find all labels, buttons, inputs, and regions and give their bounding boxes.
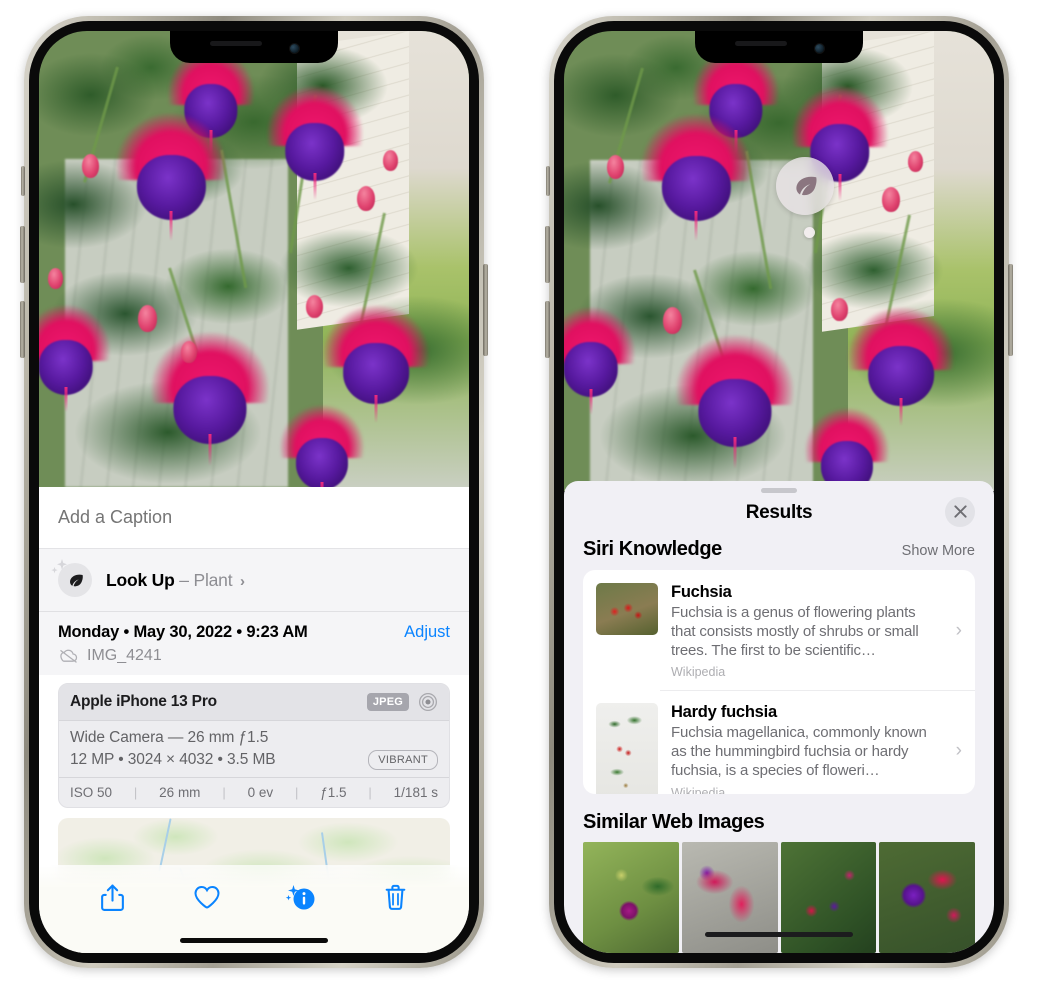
exif-divider: |: [294, 785, 299, 800]
volume-up-button[interactable]: [20, 226, 25, 283]
knowledge-thumbnail: [596, 582, 658, 635]
visual-lookup-bubble[interactable]: [776, 157, 834, 215]
exif-exposure: 0 ev: [247, 785, 274, 800]
knowledge-description: Fuchsia magellanica, commonly known as t…: [671, 724, 927, 780]
visual-lookup-dot: [804, 227, 815, 238]
siri-knowledge-title: Siri Knowledge: [583, 537, 722, 560]
knowledge-title: Hardy fuchsia: [671, 703, 777, 722]
left-phone: Look Up – Plant › Monday • May 30, 2022 …: [20, 16, 488, 968]
front-camera: [289, 43, 299, 53]
lookup-block: Look Up – Plant ›: [39, 549, 469, 611]
similar-image-thumb[interactable]: [583, 841, 679, 953]
knowledge-title: Fuchsia: [671, 582, 732, 601]
chevron-right-icon: ›: [955, 619, 962, 641]
exif-row: ISO 50 | 26 mm | 0 ev | ƒ1.5 | 1/181 s: [59, 777, 449, 807]
look-up-title: Look Up: [106, 569, 175, 590]
exif-shutter: 1/181 s: [393, 785, 438, 800]
knowledge-description: Fuchsia is a genus of flowering plants t…: [671, 603, 919, 659]
results-title: Results: [745, 502, 813, 524]
sparkles-icon: [51, 559, 67, 574]
camera-metadata-card[interactable]: Apple iPhone 13 Pro JPEG Wide Camera — 2…: [58, 683, 450, 808]
knowledge-source: Wikipedia: [671, 785, 726, 794]
right-screen: Results Siri Knowledge Show More Fuchsia…: [564, 31, 994, 953]
mute-switch[interactable]: [546, 166, 550, 196]
exif-divider: |: [133, 785, 138, 800]
knowledge-row[interactable]: Hardy fuchsia Fuchsia magellanica, commo…: [583, 690, 975, 794]
chevron-right-icon: ›: [240, 572, 245, 590]
file-name: IMG_4241: [87, 647, 162, 664]
notch: [170, 31, 338, 63]
heart-icon: [194, 885, 220, 909]
caption-input-row[interactable]: [39, 487, 469, 549]
info-button[interactable]: [278, 877, 324, 917]
photo-viewer[interactable]: [39, 31, 469, 487]
aperture-icon: [419, 693, 437, 711]
exif-iso: ISO 50: [70, 785, 113, 800]
volume-down-button[interactable]: [545, 301, 550, 358]
image-size-info: 12 MP • 3024 × 4032 • 3.5 MB: [70, 751, 276, 768]
cloud-slash-icon: [60, 649, 78, 663]
info-sparkle-icon: [286, 885, 315, 910]
photo-image: [39, 31, 469, 487]
similar-web-images-header: Similar Web Images: [564, 794, 994, 842]
earpiece-speaker: [734, 40, 787, 46]
lens-info: Wide Camera — 26 mm ƒ1.5: [70, 729, 269, 746]
right-phone: Results Siri Knowledge Show More Fuchsia…: [545, 16, 1013, 968]
knowledge-source: Wikipedia: [671, 665, 726, 680]
similar-image-thumb[interactable]: [879, 841, 975, 953]
caption-input[interactable]: [58, 507, 450, 528]
share-icon: [100, 884, 124, 911]
photographic-style-badge: VIBRANT: [368, 750, 438, 770]
adjust-button[interactable]: Adjust: [404, 623, 450, 642]
notch: [695, 31, 863, 63]
photo-date: Monday • May 30, 2022 • 9:23 AM: [58, 623, 308, 641]
siri-knowledge-header: Siri Knowledge Show More: [564, 534, 994, 570]
volume-down-button[interactable]: [20, 301, 25, 358]
left-screen: Look Up – Plant › Monday • May 30, 2022 …: [39, 31, 469, 953]
home-indicator[interactable]: [705, 932, 853, 937]
show-more-button[interactable]: Show More: [902, 543, 975, 559]
photo-info-sheet: Look Up – Plant › Monday • May 30, 2022 …: [39, 487, 469, 953]
exif-aperture: ƒ1.5: [320, 785, 347, 800]
metadata-body: Wide Camera — 26 mm ƒ1.5 12 MP • 3024 × …: [59, 721, 449, 777]
knowledge-thumbnail: [596, 703, 658, 794]
look-up-subject: Plant: [193, 569, 233, 590]
delete-button[interactable]: [373, 877, 419, 917]
date-block: Monday • May 30, 2022 • 9:23 AM Adjust I…: [39, 611, 469, 675]
photo-image: [564, 31, 994, 491]
home-indicator[interactable]: [180, 938, 328, 943]
look-up-row[interactable]: Look Up – Plant ›: [39, 549, 469, 611]
favorite-button[interactable]: [184, 877, 230, 917]
volume-up-button[interactable]: [545, 226, 550, 283]
close-icon: [953, 505, 967, 518]
look-up-label: Look Up – Plant ›: [106, 570, 245, 591]
device-name: Apple iPhone 13 Pro: [70, 693, 217, 710]
results-sheet: Results Siri Knowledge Show More Fuchsia…: [564, 481, 994, 953]
exif-focal: 26 mm: [159, 785, 201, 800]
similar-web-images-title: Similar Web Images: [583, 810, 765, 833]
power-button[interactable]: [483, 264, 488, 356]
siri-knowledge-card-list: Fuchsia Fuchsia is a genus of flowering …: [583, 569, 975, 794]
share-button[interactable]: [89, 877, 135, 917]
earpiece-speaker: [209, 40, 262, 46]
chevron-right-icon: ›: [955, 740, 962, 762]
exif-divider: |: [222, 785, 226, 800]
photo-viewer[interactable]: [564, 31, 994, 491]
results-header: Results: [564, 493, 994, 534]
leaf-badge: [51, 559, 92, 597]
front-camera: [814, 43, 824, 53]
metadata-header: Apple iPhone 13 Pro JPEG: [59, 684, 449, 721]
knowledge-row[interactable]: Fuchsia Fuchsia is a genus of flowering …: [583, 570, 975, 691]
leaf-icon: [796, 176, 817, 196]
format-badge: JPEG: [366, 693, 409, 711]
mute-switch[interactable]: [21, 166, 25, 196]
exif-divider: |: [368, 785, 372, 800]
power-button[interactable]: [1008, 264, 1013, 356]
close-button[interactable]: [945, 496, 975, 527]
look-up-dash: –: [179, 569, 189, 590]
trash-icon: [385, 884, 406, 910]
